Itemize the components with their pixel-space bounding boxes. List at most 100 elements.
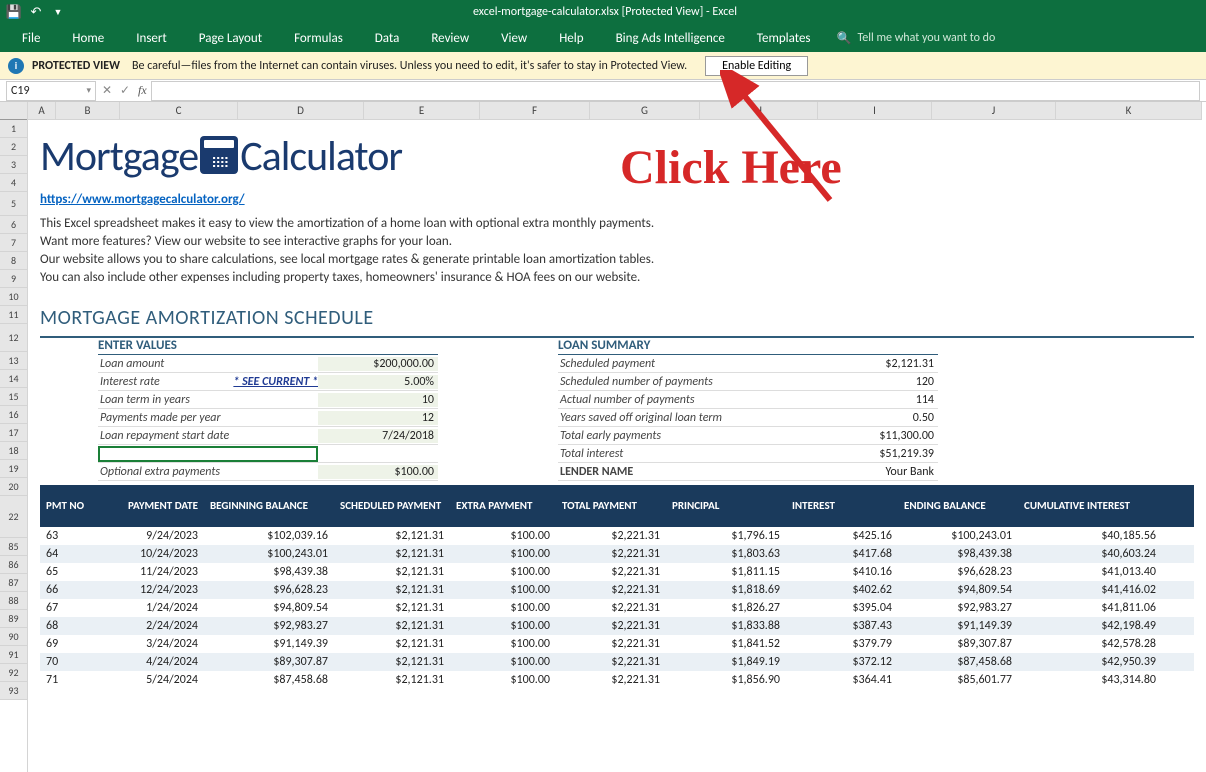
col-header[interactable]: A — [28, 102, 56, 120]
col-header[interactable]: K — [1056, 102, 1202, 120]
value-cell[interactable]: 5.00% — [318, 375, 438, 389]
value-cell[interactable]: 10 — [318, 393, 438, 407]
row-header[interactable]: 1 — [0, 120, 27, 138]
row-header[interactable]: 5 — [0, 192, 27, 216]
table-row[interactable]: 6511/24/2023$98,439.38$2,121.31$100.00$2… — [40, 563, 1194, 581]
value-cell[interactable]: $200,000.00 — [318, 357, 438, 371]
row-header[interactable]: 86 — [0, 556, 27, 574]
row-header[interactable]: 92 — [0, 664, 27, 682]
tab-home[interactable]: Home — [58, 27, 118, 50]
col-header[interactable]: I — [818, 102, 932, 120]
column-headers: A B C D E F G H I J K — [28, 102, 1206, 120]
undo-icon[interactable]: ↶ — [26, 2, 46, 22]
col-header[interactable]: B — [56, 102, 120, 120]
col-header[interactable]: F — [480, 102, 590, 120]
row-header[interactable]: 12 — [0, 324, 27, 352]
tab-insert[interactable]: Insert — [122, 27, 181, 50]
row-header[interactable]: 87 — [0, 574, 27, 592]
value-cell: $11,300.00 — [818, 429, 938, 443]
save-icon[interactable]: 💾 — [4, 2, 24, 22]
qat-dropdown-icon[interactable]: ▼ — [48, 2, 68, 22]
tab-data[interactable]: Data — [361, 27, 414, 50]
row-header[interactable]: 17 — [0, 424, 27, 442]
tab-help[interactable]: Help — [545, 27, 597, 50]
table-row[interactable]: 639/24/2023$102,039.16$2,121.31$100.00$2… — [40, 527, 1194, 545]
row-header[interactable]: 10 — [0, 288, 27, 306]
tab-bing-ads[interactable]: Bing Ads Intelligence — [602, 27, 739, 50]
lender-label: LENDER NAME — [558, 465, 818, 479]
row-header[interactable]: 2 — [0, 138, 27, 156]
row-header[interactable]: 18 — [0, 442, 27, 460]
row-header[interactable]: 9 — [0, 270, 27, 288]
spreadsheet[interactable]: 1 2 3 4 5 6 7 8 9 10 11 12 13 14 15 16 1… — [0, 102, 1206, 772]
table-row[interactable]: 682/24/2024$92,983.27$2,121.31$100.00$2,… — [40, 617, 1194, 635]
table-header: PMT NO PAYMENT DATE BEGINNING BALANCE SC… — [40, 485, 1194, 527]
row-header[interactable]: 88 — [0, 592, 27, 610]
formula-input[interactable] — [151, 81, 1200, 101]
description-text: This Excel spreadsheet makes it easy to … — [28, 216, 1206, 234]
tab-file[interactable]: File — [8, 27, 54, 50]
name-box[interactable]: C19 — [6, 81, 96, 101]
row-header[interactable]: 22 — [0, 496, 27, 538]
col-header[interactable]: E — [364, 102, 480, 120]
confirm-icon[interactable]: ✓ — [116, 83, 134, 98]
table-row[interactable]: 6410/24/2023$100,243.01$2,121.31$100.00$… — [40, 545, 1194, 563]
row-header[interactable]: 85 — [0, 538, 27, 556]
row-header[interactable]: 16 — [0, 406, 27, 424]
row-header[interactable]: 7 — [0, 234, 27, 252]
table-row[interactable]: 704/24/2024$89,307.87$2,121.31$100.00$2,… — [40, 653, 1194, 671]
enter-value-row: Optional extra payments$100.00 — [98, 463, 438, 481]
row-header[interactable]: 93 — [0, 682, 27, 700]
row-header[interactable]: 8 — [0, 252, 27, 270]
value-cell: $2,121.31 — [818, 357, 938, 371]
row-header[interactable]: 11 — [0, 306, 27, 324]
website-link[interactable]: https://www.mortgagecalculator.org/ — [28, 192, 1206, 216]
col-header[interactable]: J — [932, 102, 1056, 120]
tab-view[interactable]: View — [487, 27, 541, 50]
row-headers: 1 2 3 4 5 6 7 8 9 10 11 12 13 14 15 16 1… — [0, 102, 28, 772]
tab-page-layout[interactable]: Page Layout — [185, 27, 276, 50]
table-row[interactable]: 671/24/2024$94,809.54$2,121.31$100.00$2,… — [40, 599, 1194, 617]
tab-formulas[interactable]: Formulas — [280, 27, 357, 50]
row-header[interactable]: 19 — [0, 460, 27, 478]
col-header[interactable]: H — [700, 102, 818, 120]
value-cell[interactable]: 12 — [318, 411, 438, 425]
row-header[interactable]: 91 — [0, 646, 27, 664]
sheet-content[interactable]: MortgageCalculator https://www.mortgagec… — [28, 120, 1206, 689]
value-label: Optional extra payments — [98, 465, 318, 479]
row-header[interactable]: 6 — [0, 216, 27, 234]
table-row[interactable]: 6612/24/2023$96,628.23$2,121.31$100.00$2… — [40, 581, 1194, 599]
col-header[interactable]: C — [120, 102, 238, 120]
enter-value-row: Interest rate* SEE CURRENT *5.00% — [98, 373, 438, 391]
enter-value-row: Payments made per year12 — [98, 409, 438, 427]
grid[interactable]: A B C D E F G H I J K MortgageCalculator… — [28, 102, 1206, 772]
fx-icon[interactable]: fx — [138, 83, 147, 98]
table-row[interactable]: 715/24/2024$87,458.68$2,121.31$100.00$2,… — [40, 671, 1194, 689]
row-header[interactable]: 90 — [0, 628, 27, 646]
value-cell[interactable]: 7/24/2018 — [318, 429, 438, 443]
enable-editing-button[interactable]: Enable Editing — [705, 56, 808, 76]
row-header[interactable]: 4 — [0, 174, 27, 192]
row-header[interactable]: 89 — [0, 610, 27, 628]
search-icon: 🔍 — [837, 31, 852, 46]
value-label: Total early payments — [558, 429, 818, 443]
row-header[interactable]: 15 — [0, 388, 27, 406]
col-header[interactable]: D — [238, 102, 364, 120]
col-header[interactable]: G — [590, 102, 700, 120]
row-header[interactable]: 3 — [0, 156, 27, 174]
row-header[interactable]: 14 — [0, 370, 27, 388]
see-current-link[interactable]: * SEE CURRENT * — [233, 375, 318, 389]
lender-value: Your Bank — [818, 465, 938, 479]
tab-review[interactable]: Review — [417, 27, 483, 50]
table-row[interactable]: 693/24/2024$91,149.39$2,121.31$100.00$2,… — [40, 635, 1194, 653]
value-label: Interest rate — [98, 375, 233, 389]
shield-icon: i — [8, 58, 24, 74]
row-header[interactable]: 20 — [0, 478, 27, 496]
summary-row: Scheduled number of payments120 — [558, 373, 938, 391]
tab-templates[interactable]: Templates — [743, 27, 825, 50]
cancel-icon[interactable]: ✕ — [98, 83, 116, 98]
row-header[interactable]: 13 — [0, 352, 27, 370]
tell-me-search[interactable]: 🔍 Tell me what you want to do — [837, 31, 996, 46]
select-all-corner[interactable] — [0, 102, 27, 120]
value-cell[interactable]: $100.00 — [318, 465, 438, 479]
